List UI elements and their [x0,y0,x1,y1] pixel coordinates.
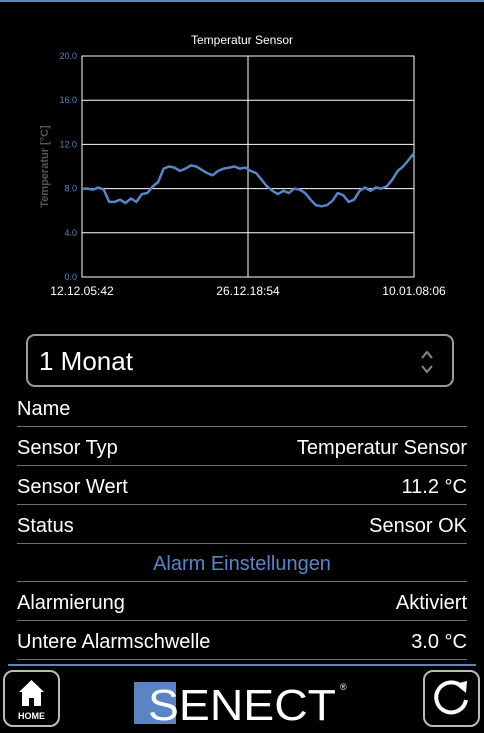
chevron-up-down-icon [421,350,433,374]
refresh-button[interactable] [423,670,480,727]
chart-title: Temperatur Sensor [190,33,294,47]
home-label: HOME [18,711,45,721]
row-name: Name [17,388,467,427]
y-tick-label: 20.0 [59,51,77,61]
x-tick-label: 26.12.18:54 [216,284,280,298]
alarm-settings-title: Alarm Einstellungen [153,553,331,575]
x-tick-label: 10.01.08:06 [382,284,446,298]
chart-svg: 0.0 4.0 8.0 12.0 16.0 20.0 12.12.05:42 26.12.18… [39,51,446,298]
y-tick-label: 8.0 [64,184,77,194]
svg-text:SENECT: SENECT [148,681,336,726]
home-button[interactable]: HOME [3,670,60,727]
row-status-value: Sensor OK [369,515,467,537]
row-sensor-value: Sensor Wert 11.2 °C [17,466,467,505]
svg-text:®: ® [340,682,347,692]
row-sensor-type-label: Sensor Typ [17,437,118,459]
row-sensor-type-value: Temperatur Sensor [296,437,467,459]
time-range-value: 1 Monat [39,346,133,376]
row-status: Status Sensor OK [17,505,467,544]
row-alarming-label: Alarmierung [17,592,125,614]
senect-logo: SENECT ® [134,681,347,726]
row-alarming-value: Aktiviert [395,592,467,614]
row-sensor-type: Sensor Typ Temperatur Sensor [17,427,467,466]
y-tick-label: 4.0 [64,228,77,238]
y-tick-label: 12.0 [59,139,77,149]
top-accent-line [0,0,484,2]
row-lower-threshold-value: 3.0 °C [411,631,467,653]
y-tick-label: 0.0 [64,272,77,282]
row-lower-threshold[interactable]: Untere Alarmschwelle 3.0 °C [17,621,467,660]
y-axis-label: Temperatur [°C] [39,125,51,208]
refresh-icon [434,680,468,715]
row-lower-threshold-label: Untere Alarmschwelle [17,631,211,653]
bottom-separator [8,664,476,666]
row-name-label: Name [17,398,71,420]
x-tick-label: 12.12.05:42 [50,284,114,298]
row-sensor-value-value: 11.2 °C [401,476,467,498]
row-alarming[interactable]: Alarmierung Aktiviert [17,582,467,621]
alarm-settings-header: Alarm Einstellungen [17,543,467,582]
row-sensor-value-label: Sensor Wert [17,476,128,498]
time-range-select[interactable]: 1 Monat [26,334,454,387]
home-icon [19,680,44,706]
row-status-label: Status [17,515,74,537]
y-tick-label: 16.0 [59,95,77,105]
temperature-chart: 0.0 4.0 8.0 12.0 16.0 20.0 12.12.05:42 26.12.18… [0,22,484,312]
